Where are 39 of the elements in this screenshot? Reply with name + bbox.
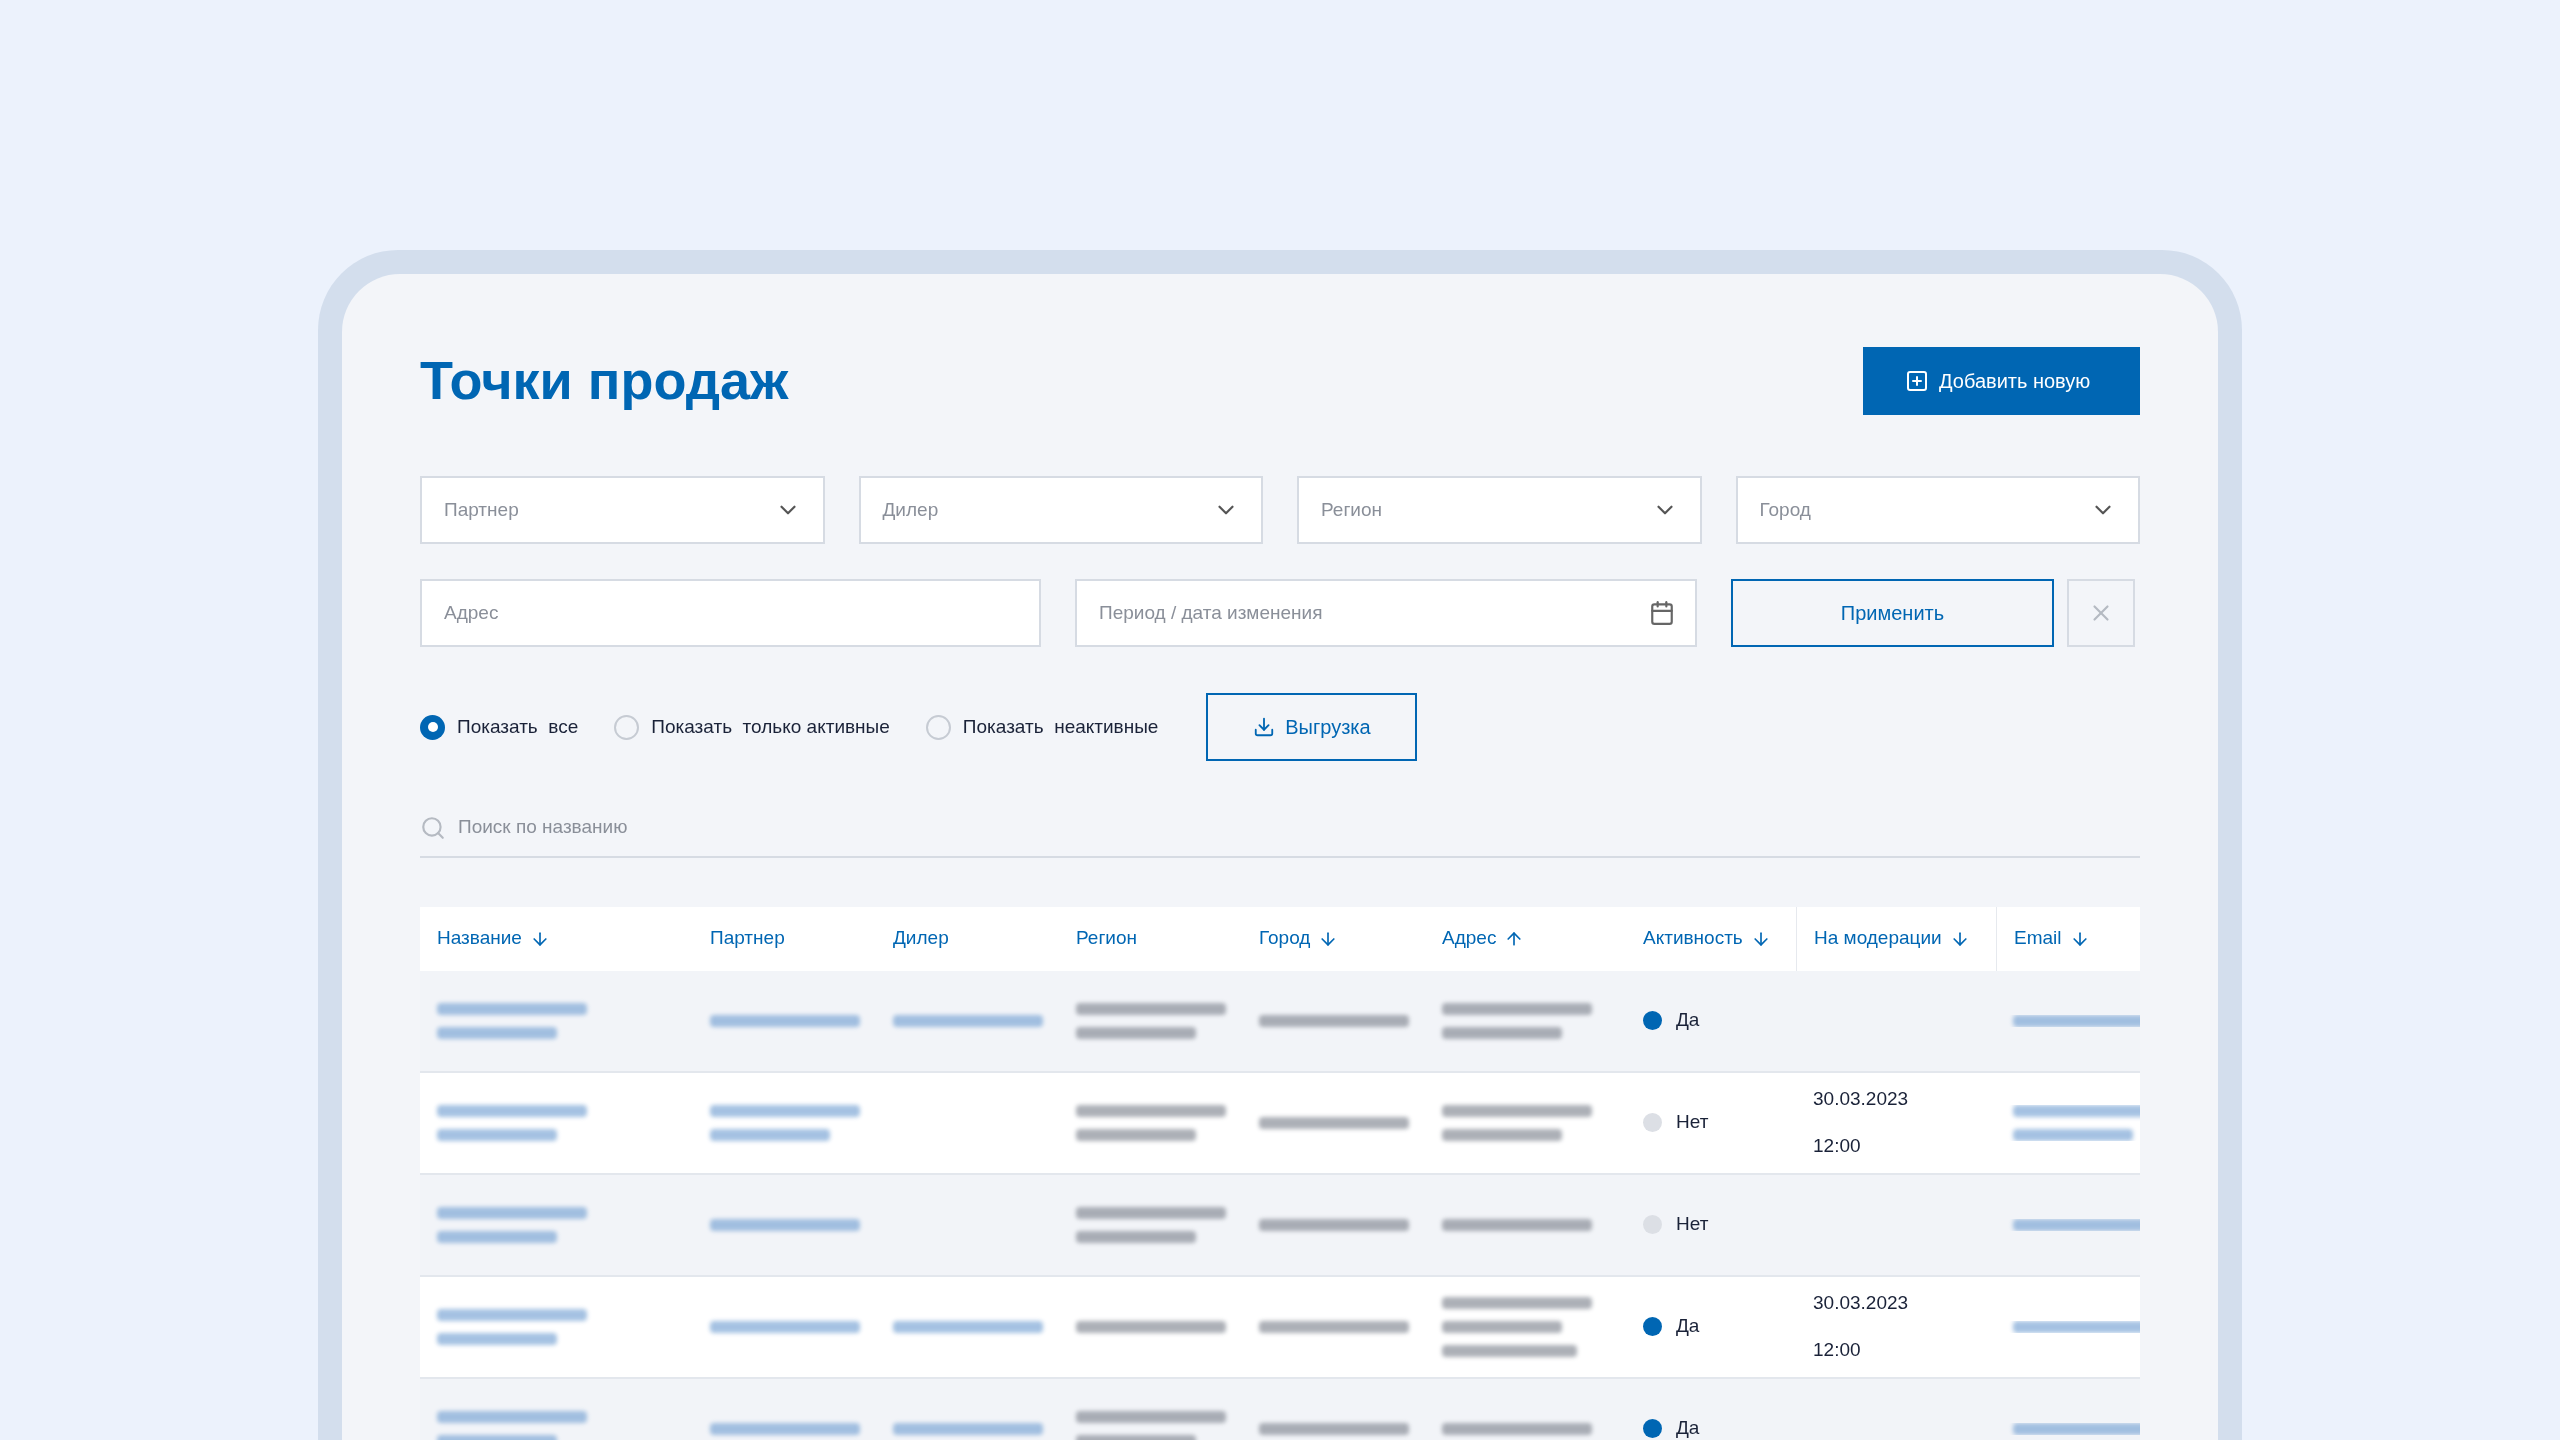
radio-option[interactable]: Показать все <box>420 712 579 742</box>
radio-icon <box>925 714 951 740</box>
column-header[interactable]: Название <box>437 924 550 953</box>
add-icon <box>1905 368 1929 393</box>
radio-option[interactable]: Показать только активные <box>614 712 890 742</box>
add-new-button[interactable]: Добавить новую <box>1863 346 2140 415</box>
radio-icon <box>614 714 640 740</box>
column-header[interactable]: Email <box>2014 924 2090 953</box>
column-header[interactable]: На модерации <box>1814 924 1970 953</box>
activity-text: Нет <box>1676 1212 1709 1237</box>
dropdown-field[interactable]: Дилер <box>858 476 1263 544</box>
column-header[interactable]: Активность <box>1643 924 1771 953</box>
activity-text: Да <box>1676 1008 1700 1033</box>
apply-button[interactable]: Применить <box>1731 579 2054 647</box>
activity-text: Да <box>1676 1416 1700 1440</box>
search-icon <box>420 815 446 841</box>
activity-text: Да <box>1676 1314 1700 1339</box>
radio-option[interactable]: Показать неактивные <box>925 712 1159 742</box>
page-title: Точки продаж <box>420 349 789 412</box>
column-header[interactable]: Регион <box>1076 924 1137 953</box>
moderation-date: 12:00 <box>1813 1337 1862 1362</box>
moderation-date: 30.03.2023 <box>1813 1087 1910 1111</box>
search-field[interactable]: Поиск по названию <box>420 813 2140 858</box>
moderation-date: 30.03.2023 <box>1813 1291 1910 1315</box>
column-header[interactable]: Дилер <box>893 924 949 953</box>
column-header[interactable]: Город <box>1259 924 1339 953</box>
calendar-icon[interactable] <box>1649 600 1675 626</box>
address-field[interactable]: Адрес <box>420 579 1041 647</box>
dropdown-field[interactable]: Регион <box>1297 476 1702 544</box>
dropdown-field[interactable]: Партнер <box>420 476 825 544</box>
moderation-date: 12:00 <box>1813 1133 1862 1158</box>
radio-icon <box>420 714 445 740</box>
export-button[interactable]: Выгрузка <box>1206 693 1418 761</box>
column-header[interactable]: Адрес <box>1442 924 1525 953</box>
column-header[interactable]: Партнер <box>710 924 785 953</box>
download-icon <box>1253 716 1276 738</box>
activity-text: Нет <box>1676 1110 1709 1135</box>
period-field[interactable]: Период / дата изменения <box>1075 579 1697 647</box>
dropdown-field[interactable]: Город <box>1735 476 2140 544</box>
